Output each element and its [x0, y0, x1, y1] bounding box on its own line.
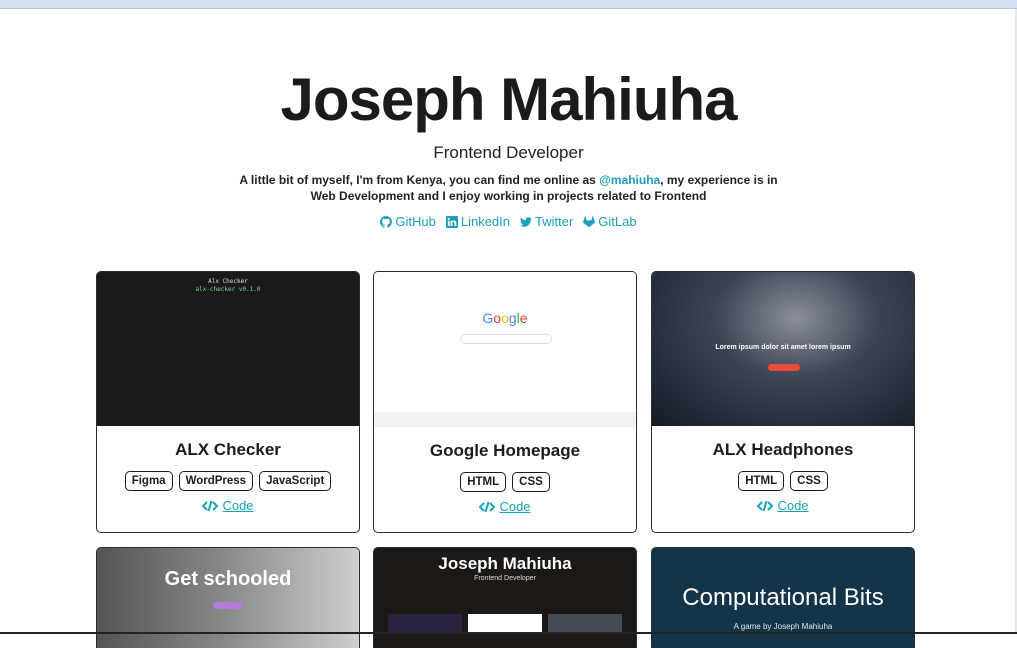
- linkedin-link[interactable]: LinkedIn: [445, 214, 510, 229]
- code-link[interactable]: Code: [652, 498, 914, 513]
- preview-text: Frontend Developer: [474, 575, 536, 582]
- handle-link[interactable]: @mahiuha: [599, 173, 660, 187]
- project-title: Google Homepage: [429, 441, 581, 460]
- code-link[interactable]: Code: [374, 499, 636, 514]
- twitter-link[interactable]: Twitter: [520, 214, 573, 229]
- github-label: GitHub: [395, 214, 436, 229]
- tag-list: HTML CSS: [652, 471, 914, 491]
- project-title: ALX Headphones: [712, 440, 854, 459]
- preview-button: [768, 364, 800, 371]
- github-icon: [380, 215, 393, 228]
- code-label: Code: [499, 499, 531, 514]
- preview-text: A game by Joseph Mahiuha: [733, 622, 833, 631]
- code-icon: [757, 500, 774, 511]
- preview-button: [213, 602, 243, 609]
- page-title: Joseph Mahiuha: [280, 66, 737, 133]
- social-links: GitHub LinkedIn Twitter GitLab: [0, 214, 1017, 229]
- tag: HTML: [460, 472, 507, 492]
- code-label: Code: [222, 498, 254, 513]
- bio-part: A little bit of myself, I'm from Kenya, …: [239, 173, 600, 187]
- tag: CSS: [790, 471, 828, 491]
- tag-list: Figma WordPress JavaScript: [97, 471, 359, 491]
- tag: WordPress: [178, 471, 254, 491]
- tag: JavaScript: [259, 471, 332, 491]
- hero-section: Joseph Mahiuha Frontend Developer A litt…: [0, 60, 1017, 229]
- preview-text: alx-checker v0.1.0: [195, 286, 261, 293]
- preview-text: Lorem ipsum dolor sit amet lorem ipsum: [715, 344, 851, 351]
- linkedin-icon: [445, 215, 458, 228]
- tag: HTML: [738, 471, 785, 491]
- github-link[interactable]: GitHub: [380, 214, 436, 229]
- bio-text: A little bit of myself, I'm from Kenya, …: [229, 172, 789, 204]
- project-card: Google Google Homepage HTML CSS Code: [373, 271, 637, 533]
- tag: Figma: [124, 471, 173, 491]
- code-icon: [202, 500, 219, 511]
- project-title: ALX Checker: [175, 440, 281, 459]
- twitter-icon: [520, 216, 532, 227]
- preview-text: Joseph Mahiuha: [438, 554, 572, 573]
- preview-text: Computational Bits: [682, 584, 884, 611]
- google-logo: Google: [482, 310, 528, 326]
- tag: CSS: [512, 472, 550, 492]
- role-subtitle: Frontend Developer: [433, 143, 584, 162]
- project-preview-image: Google: [374, 272, 636, 427]
- project-card: Lorem ipsum dolor sit amet lorem ipsum A…: [651, 271, 915, 533]
- search-box: [460, 334, 552, 344]
- linkedin-label: LinkedIn: [460, 214, 510, 229]
- preview-text: Alx Checker: [208, 278, 248, 285]
- gitlab-icon: [583, 215, 596, 227]
- browser-top-bar: [0, 0, 1017, 9]
- project-card: Alx Checker alx-checker v0.1.0 ALX Check…: [96, 271, 360, 533]
- code-label: Code: [777, 498, 809, 513]
- code-icon: [479, 501, 496, 512]
- preview-text: Get schooled: [164, 568, 292, 590]
- project-preview-image: Lorem ipsum dolor sit amet lorem ipsum: [652, 272, 914, 426]
- twitter-label: Twitter: [535, 214, 574, 229]
- project-preview-image: Alx Checker alx-checker v0.1.0: [97, 272, 359, 426]
- tag-list: HTML CSS: [374, 472, 636, 492]
- gitlab-label: GitLab: [598, 214, 637, 229]
- code-link[interactable]: Code: [97, 498, 359, 513]
- gitlab-link[interactable]: GitLab: [583, 214, 637, 229]
